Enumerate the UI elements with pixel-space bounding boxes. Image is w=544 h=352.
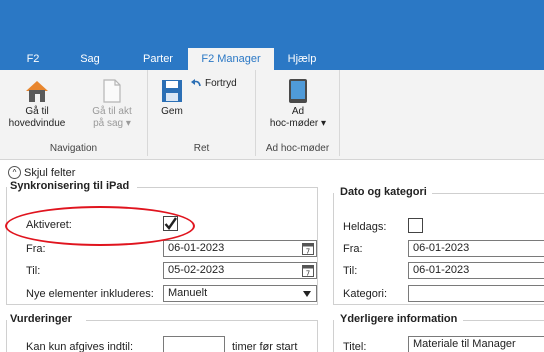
tab-f2-manager[interactable]: F2 Manager [188, 48, 274, 70]
floppy-disk-icon [162, 80, 182, 102]
new-items-value: Manuelt [168, 287, 208, 299]
sync-from-date-input[interactable]: 06-01-2023 7 [163, 240, 317, 257]
tablet-icon [289, 79, 307, 103]
sync-to-value: 05-02-2023 [168, 264, 225, 276]
home-icon [26, 81, 48, 102]
toggle-fields-button[interactable]: ^ Skjul felter [8, 166, 75, 179]
event-from-label: Fra: [343, 243, 363, 255]
goto-main-button[interactable]: Gå til hovedvindue [6, 78, 68, 130]
svg-text:7: 7 [306, 270, 310, 278]
category-label: Kategori: [343, 288, 388, 300]
category-input[interactable] [408, 285, 544, 302]
chevron-down-icon [303, 291, 311, 297]
chevron-up-icon: ^ [8, 166, 21, 179]
adhoc-label-1: Ad [291, 106, 305, 117]
group-navigation: Gå til hovedvindue Gå til akt på sag ▾ N… [0, 70, 148, 156]
goto-act-button[interactable]: Gå til akt på sag ▾ [82, 78, 142, 130]
allday-label: Heldags: [343, 221, 387, 233]
adhoc-label-2: hoc-møder ▾ [269, 118, 327, 129]
allday-checkbox[interactable] [408, 218, 423, 233]
adhoc-meetings-button[interactable]: Ad hoc-møder ▾ [260, 78, 336, 130]
goto-main-label-1: Gå til [25, 106, 49, 117]
undo-icon [191, 79, 201, 87]
highlight-ellipse [5, 206, 195, 246]
goto-act-label-2: på sag ▾ [93, 118, 131, 129]
event-from-value: 06-01-2023 [413, 242, 470, 254]
toggle-fields-label: Skjul felter [24, 166, 76, 179]
ribbon-tabs: F2 Sag Parter F2 Manager Hjælp [0, 48, 544, 70]
group-label-ret: Ret [193, 143, 210, 154]
goto-act-label-1: Gå til akt [92, 106, 132, 117]
new-items-label: Nye elementer inkluderes: [26, 288, 154, 300]
deadline-hours-input[interactable] [163, 336, 225, 352]
event-to-date-input[interactable]: 06-01-2023 [408, 262, 544, 279]
svg-text:7: 7 [306, 248, 310, 256]
title-bar [0, 0, 544, 48]
sync-from-value: 06-01-2023 [168, 242, 225, 254]
goto-main-label-2: hovedvindue [8, 118, 66, 129]
group-label-adhoc: Ad hoc-møder [265, 143, 330, 154]
undo-label: Fortryd [205, 78, 237, 89]
new-items-select[interactable]: Manuelt [163, 285, 317, 302]
tab-parter[interactable]: Parter [134, 48, 182, 70]
ribbon: Gå til hovedvindue Gå til akt på sag ▾ N… [0, 70, 544, 160]
sync-from-label: Fra: [26, 243, 46, 255]
sync-to-date-input[interactable]: 05-02-2023 7 [163, 262, 317, 279]
event-to-value: 06-01-2023 [413, 264, 470, 276]
calendar-icon[interactable]: 7 [302, 264, 314, 277]
title-input[interactable]: Materiale til Manager [408, 336, 544, 352]
group-label-navigation: Navigation [49, 143, 98, 154]
tab-sag[interactable]: Sag [70, 48, 110, 70]
document-icon [103, 79, 121, 103]
deadline-suffix: timer før start [232, 341, 298, 352]
save-button[interactable]: Gem [154, 78, 190, 118]
calendar-icon[interactable]: 7 [302, 242, 314, 255]
deadline-label: Kan kun afgives indtil: [26, 341, 134, 352]
group-ret: Gem Fortryd Ret [148, 70, 256, 156]
tab-hjaelp[interactable]: Hjælp [280, 48, 324, 70]
undo-button[interactable]: Fortryd [190, 78, 252, 94]
title-value: Materiale til Manager [413, 338, 516, 350]
title-label: Titel: [343, 341, 367, 352]
group-adhoc: Ad hoc-møder ▾ Ad hoc-møder [256, 70, 340, 156]
tab-f2[interactable]: F2 [18, 48, 48, 70]
save-label: Gem [161, 106, 183, 117]
event-to-label: Til: [343, 265, 358, 277]
event-from-date-input[interactable]: 06-01-2023 [408, 240, 544, 257]
sync-to-label: Til: [26, 265, 41, 277]
